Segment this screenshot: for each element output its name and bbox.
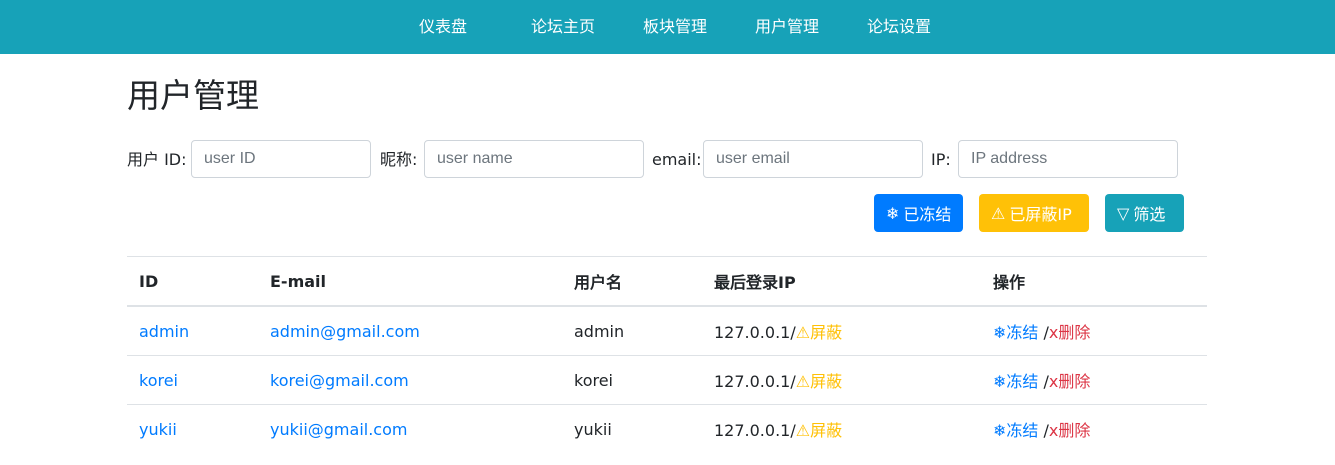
user-email-link[interactable]: yukii@gmail.com [270,420,407,439]
username-cell: admin [574,321,625,341]
username-cell: yukii [574,419,612,439]
frozen-filter-label: 已冻结 [903,205,952,224]
warning-icon: ⚠ [991,203,1006,223]
block-ip-link[interactable]: ⚠屏蔽 [796,372,842,391]
nickname-label: 昵称: [380,150,418,169]
user-email-link[interactable]: admin@gmail.com [270,322,420,341]
nav-user-management[interactable]: 用户管理 [755,0,819,54]
table-row: admin admin@gmail.com admin 127.0.0.1/⚠屏… [127,305,1207,356]
column-header-actions: 操作 [981,256,1207,307]
action-separator: / [1038,372,1049,391]
nav-board-management[interactable]: 板块管理 [643,0,707,54]
delete-link[interactable]: x删除 [1049,372,1090,391]
email-label: email: [652,150,702,169]
user-id-label: 用户 ID: [127,150,187,169]
block-ip-link[interactable]: ⚠屏蔽 [796,421,842,440]
delete-link[interactable]: x删除 [1049,323,1090,342]
blocked-ip-filter-label: 已屏蔽IP [1009,205,1072,224]
nickname-input[interactable] [424,140,644,178]
action-separator: / [1038,323,1049,342]
last-ip-cell: 127.0.0.1/ [714,323,796,342]
blocked-ip-filter-button[interactable]: ⚠ 已屏蔽IP [979,194,1089,232]
snowflake-icon: ❄ [886,203,900,223]
ip-input[interactable] [958,140,1178,178]
filter-button[interactable]: ▽ 筛选 [1105,194,1184,232]
nav-forum-home[interactable]: 论坛主页 [531,0,595,54]
email-input[interactable] [703,140,923,178]
page-title: 用户管理 [127,76,259,115]
user-id-input[interactable] [191,140,371,178]
freeze-link[interactable]: ❄冻结 [993,372,1038,391]
user-id-link[interactable]: admin [139,322,189,341]
username-cell: korei [574,370,613,390]
table-header-row: ID E-mail 用户名 最后登录IP 操作 [127,256,1207,307]
last-ip-cell: 127.0.0.1/ [714,421,796,440]
freeze-link[interactable]: ❄冻结 [993,323,1038,342]
user-id-link[interactable]: korei [139,371,178,390]
ip-label: IP: [931,150,951,169]
delete-link[interactable]: x删除 [1049,421,1090,440]
column-header-id: ID [127,256,258,307]
action-separator: / [1038,421,1049,440]
column-header-last-login-ip: 最后登录IP [702,256,981,307]
table-row: yukii yukii@gmail.com yukii 127.0.0.1/⚠屏… [127,404,1207,453]
user-table: ID E-mail 用户名 最后登录IP 操作 admin admin@gmai… [127,256,1207,453]
user-id-link[interactable]: yukii [139,420,177,439]
column-header-email: E-mail [258,256,562,307]
frozen-filter-button[interactable]: ❄ 已冻结 [874,194,963,232]
block-ip-link[interactable]: ⚠屏蔽 [796,323,842,342]
last-ip-cell: 127.0.0.1/ [714,372,796,391]
top-navbar: 仪表盘 论坛主页 板块管理 用户管理 论坛设置 [0,0,1335,54]
nav-forum-settings[interactable]: 论坛设置 [867,0,931,54]
filter-icon: ▽ [1117,203,1130,223]
user-email-link[interactable]: korei@gmail.com [270,371,409,390]
filter-button-label: 筛选 [1133,205,1166,224]
freeze-link[interactable]: ❄冻结 [993,421,1038,440]
nav-dashboard[interactable]: 仪表盘 [419,0,467,54]
table-row: korei korei@gmail.com korei 127.0.0.1/⚠屏… [127,355,1207,405]
column-header-username: 用户名 [562,256,702,307]
